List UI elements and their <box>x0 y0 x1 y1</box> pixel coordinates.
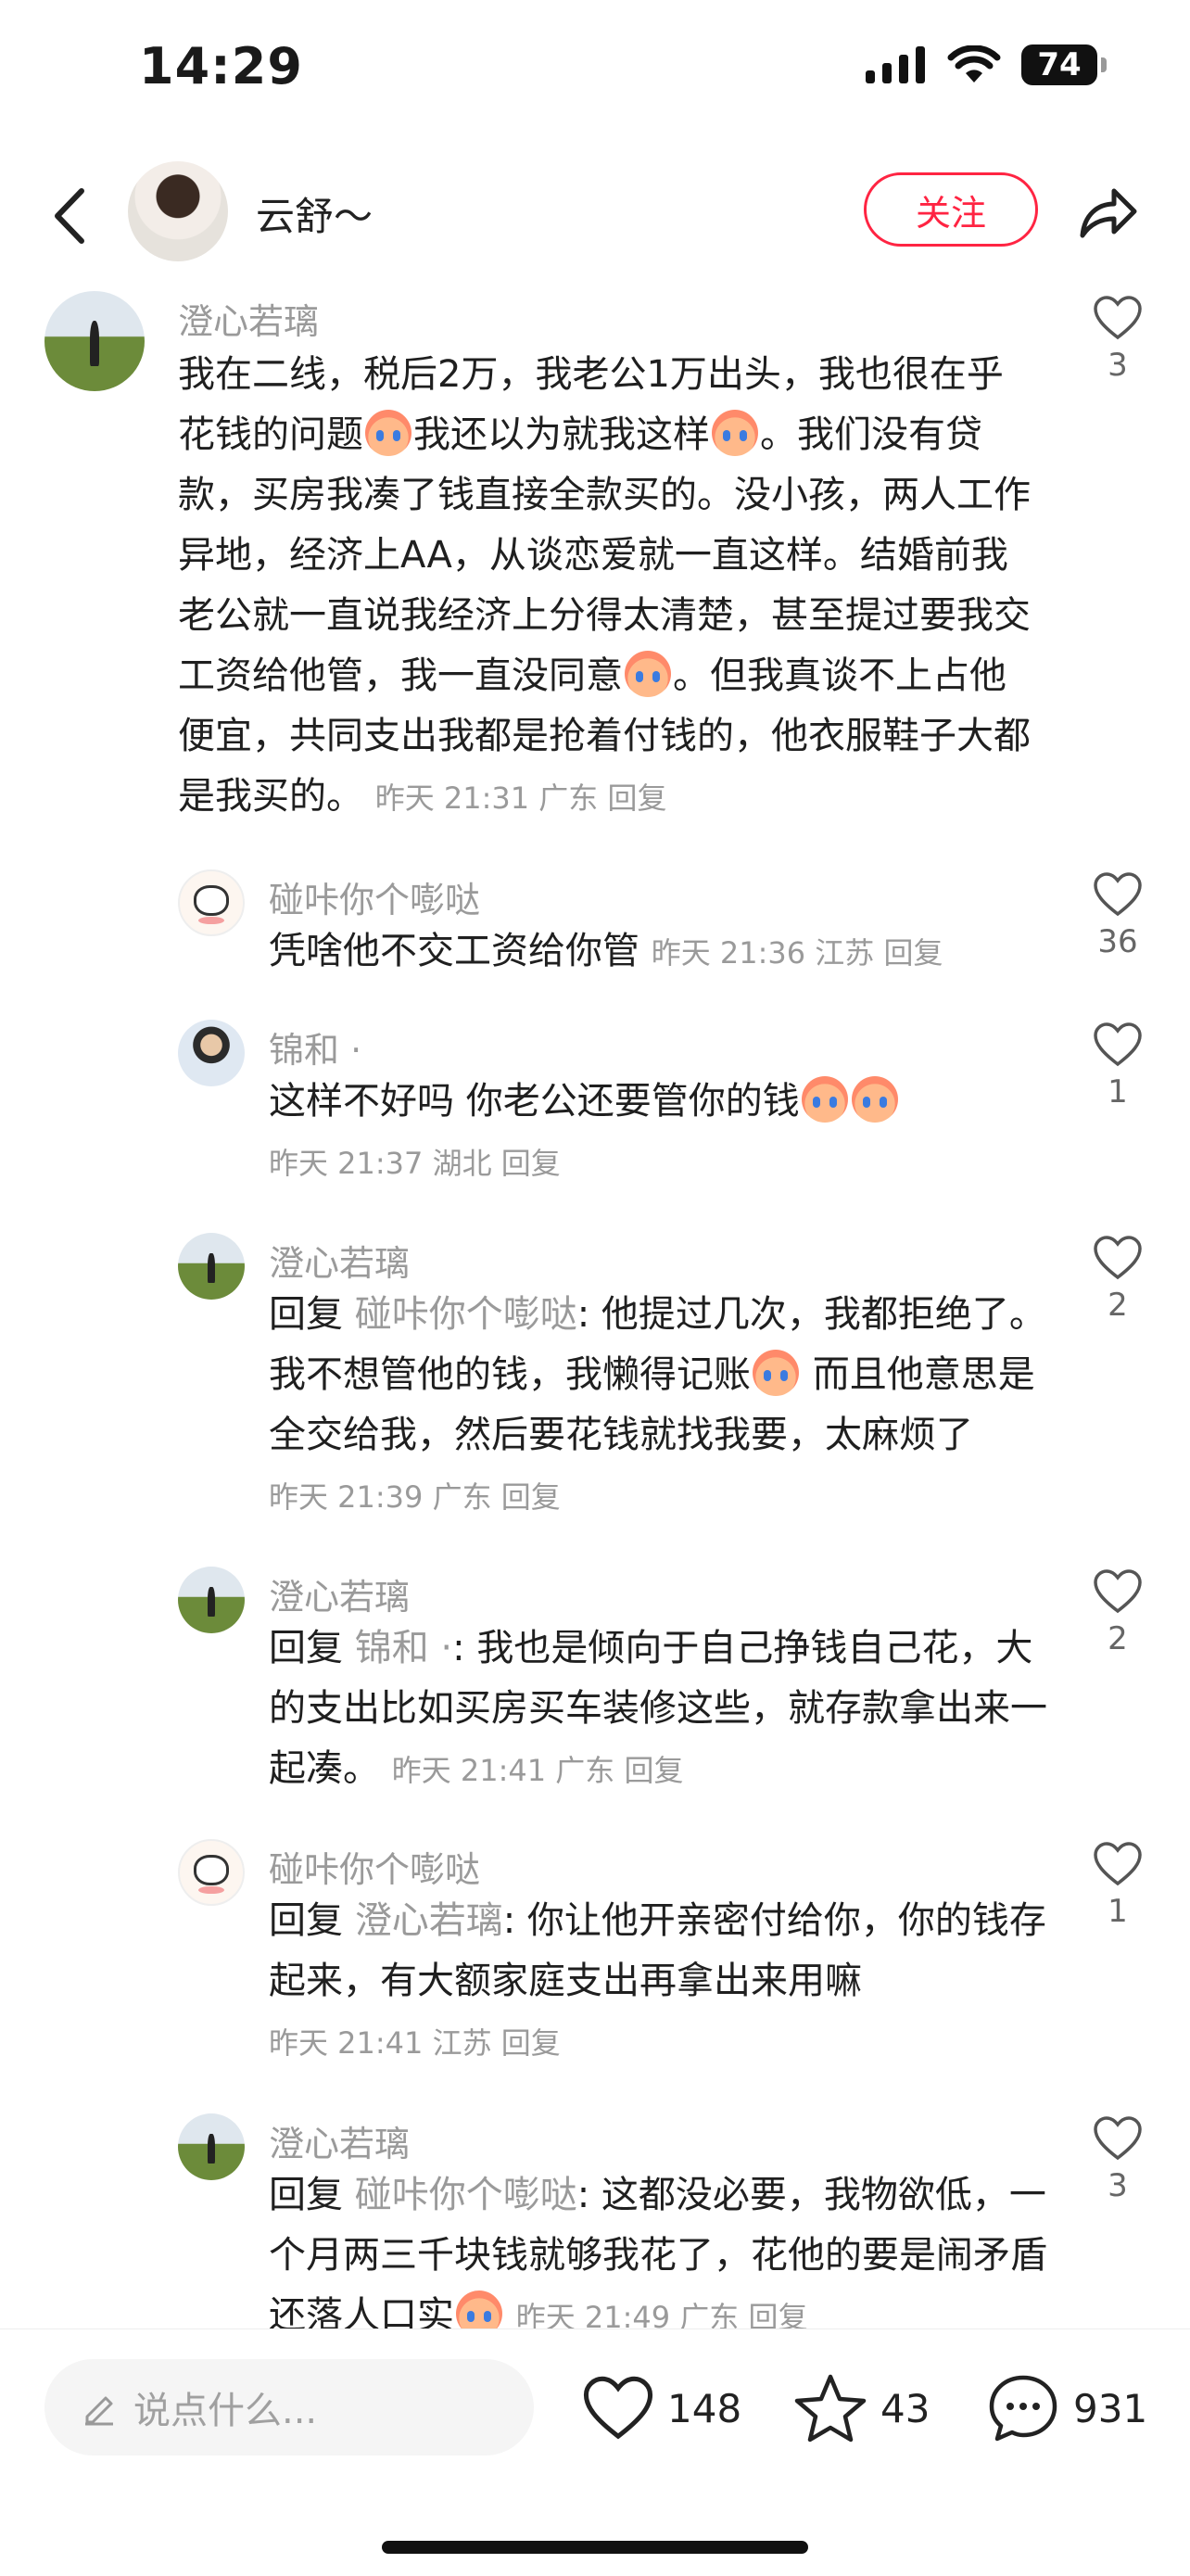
comment-bubble-icon <box>989 2375 1057 2442</box>
comment-text[interactable]: 回复 碰咔你个嘭哒: 他提过几次，我都拒绝了。我不想管他的钱，我懒得记账 而且他… <box>269 1285 1047 1528</box>
crying-emoji-icon <box>365 410 411 456</box>
like-count: 148 <box>667 2385 742 2431</box>
commenter-avatar[interactable] <box>178 2113 245 2180</box>
comment-text[interactable]: 我在二线，税后2万，我老公1万出头，我也很在乎花钱的问题 我还以为就我这样 。我们没… <box>178 345 1040 829</box>
commenter-name[interactable]: 碰咔你个嘭哒 <box>269 871 480 922</box>
comment-like-button[interactable]: 1 <box>1081 1022 1155 1110</box>
comment-meta[interactable]: 昨天 21:36 江苏 回复 <box>652 935 943 971</box>
commenter-name[interactable]: 澄心若璃 <box>269 2115 410 2166</box>
commenter-avatar[interactable] <box>178 1567 245 1633</box>
crying-emoji-icon <box>456 2290 502 2329</box>
follow-button[interactable]: 关注 <box>864 172 1038 247</box>
comment-meta[interactable]: 昨天 21:31 广东 回复 <box>375 780 667 816</box>
comment-meta[interactable]: 昨天 21:49 广东 回复 <box>516 2300 808 2329</box>
collect-count: 43 <box>880 2385 930 2431</box>
reply-target-name: 碰咔你个嘭哒 <box>354 2174 577 2216</box>
commenter-avatar[interactable] <box>178 1233 245 1300</box>
comment-like-button[interactable]: 3 <box>1081 295 1155 384</box>
comment-meta[interactable]: 昨天 21:41 江苏 回复 <box>269 2025 561 2061</box>
pencil-icon <box>85 2396 113 2426</box>
commenter-name[interactable]: 澄心若璃 <box>269 1235 410 1286</box>
reply-target-name: 碰咔你个嘭哒 <box>354 1293 577 1336</box>
post-header: 云舒～ 关注 <box>0 148 1190 278</box>
reply-target-name: 澄心若璃 <box>354 1899 503 1942</box>
commenter-avatar[interactable] <box>44 291 145 391</box>
comment-text[interactable]: 回复 碰咔你个嘭哒: 这都没必要，我物欲低，一个月两三千块钱就够我花了，花他的要… <box>269 2165 1047 2329</box>
wifi-icon <box>947 45 1001 82</box>
heart-icon <box>1094 872 1142 917</box>
status-bar: 14:29 74 <box>0 0 1190 139</box>
comment-meta[interactable]: 昨天 21:39 广东 回复 <box>269 1479 561 1515</box>
commenter-name[interactable]: 锦和 · <box>269 1022 361 1072</box>
comment-text[interactable]: 回复 澄心若璃: 你让他开亲密付给你，你的钱存起来，有大额家庭支出再拿出来用嘛 … <box>269 1891 1047 2074</box>
battery-indicator: 74 <box>1021 44 1107 85</box>
comment-meta[interactable]: 昨天 21:41 广东 回复 <box>392 1753 684 1788</box>
like-count: 2 <box>1108 1287 1128 1324</box>
crying-emoji-icon <box>753 1350 799 1396</box>
crying-emoji-icon <box>625 651 671 697</box>
crying-emoji-icon <box>851 1076 898 1123</box>
commenter-name[interactable]: 澄心若璃 <box>178 293 319 344</box>
heart-icon <box>1094 1022 1142 1067</box>
bottom-action-bar: 说点什么... 148 43 931 <box>0 2329 1190 2576</box>
collect-button[interactable]: 43 <box>793 2367 930 2450</box>
heart-icon <box>1094 2116 1142 2161</box>
like-count: 2 <box>1108 1620 1128 1657</box>
comment-meta[interactable]: 昨天 21:37 湖北 回复 <box>269 1146 561 1181</box>
commenter-name[interactable]: 澄心若璃 <box>269 1568 410 1619</box>
like-count: 1 <box>1108 1893 1128 1930</box>
comment-text[interactable]: 凭啥他不交工资给你管 昨天 21:36 江苏 回复 <box>269 921 1047 983</box>
author-name[interactable]: 云舒～ <box>256 185 373 242</box>
comment-input[interactable]: 说点什么... <box>44 2359 534 2455</box>
commenter-avatar[interactable] <box>178 1839 245 1906</box>
back-icon[interactable] <box>44 184 100 248</box>
heart-icon <box>1094 296 1142 340</box>
crying-emoji-icon <box>712 410 758 456</box>
comment-text[interactable]: 这样不好吗 你老公还要管你的钱 昨天 21:37 湖北 回复 <box>269 1072 1047 1194</box>
heart-icon <box>1094 1236 1142 1280</box>
heart-icon <box>1094 1569 1142 1614</box>
like-count: 3 <box>1108 347 1128 384</box>
comment-like-button[interactable]: 3 <box>1081 2115 1155 2204</box>
status-icons: 74 <box>866 44 1107 85</box>
crying-emoji-icon <box>801 1076 848 1123</box>
home-indicator <box>382 2541 808 2554</box>
commenter-avatar[interactable] <box>178 869 245 936</box>
commenter-avatar[interactable] <box>178 1020 245 1086</box>
like-count: 1 <box>1108 1073 1128 1110</box>
comment-count: 931 <box>1073 2385 1148 2431</box>
comment-like-button[interactable]: 2 <box>1081 1235 1155 1324</box>
comment-list[interactable]: 澄心若璃 我在二线，税后2万，我老公1万出头，我也很在乎花钱的问题 我还以为就我这… <box>0 278 1190 2329</box>
comment-input-placeholder: 说点什么... <box>133 2390 318 2432</box>
star-icon <box>794 2374 867 2443</box>
author-avatar[interactable] <box>128 161 228 261</box>
commenter-name[interactable]: 碰咔你个嘭哒 <box>269 1841 480 1892</box>
like-count: 3 <box>1108 2167 1128 2204</box>
like-count: 36 <box>1097 923 1138 960</box>
comment-button[interactable]: 931 <box>986 2367 1147 2450</box>
like-button[interactable]: 148 <box>582 2367 741 2450</box>
cellular-signal-icon <box>866 46 925 83</box>
status-time: 14:29 <box>139 37 303 95</box>
share-icon[interactable] <box>1075 182 1140 247</box>
comment-like-button[interactable]: 2 <box>1081 1568 1155 1657</box>
heart-icon <box>1094 1842 1142 1886</box>
heart-icon <box>583 2376 653 2440</box>
comment-like-button[interactable]: 36 <box>1081 871 1155 960</box>
reply-target-name: 锦和 · <box>354 1627 453 1669</box>
comment-like-button[interactable]: 1 <box>1081 1841 1155 1930</box>
comment-text[interactable]: 回复 锦和 ·: 我也是倾向于自己挣钱自己花，大的支出比如买房买车装修这些，就存… <box>269 1618 1047 1801</box>
